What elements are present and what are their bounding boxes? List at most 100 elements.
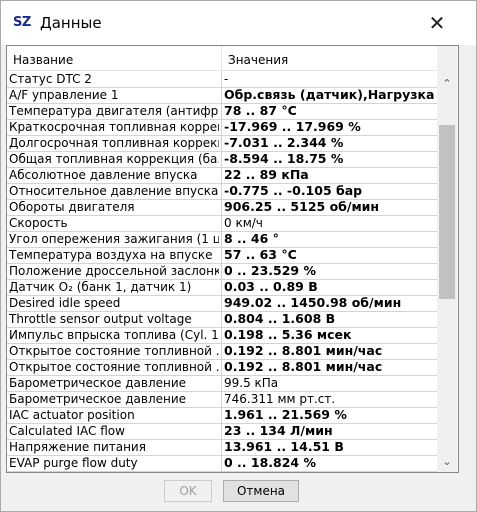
- window-title: Данные: [40, 14, 102, 32]
- table-row[interactable]: Температура воздуха на впуске 57 .. 63 °C: [7, 247, 437, 264]
- cell-divider: [221, 311, 222, 327]
- row-value: 99.5 кПа: [224, 376, 279, 390]
- row-value: 0 .. 18.824 %: [224, 455, 317, 470]
- cell-divider: [221, 263, 222, 279]
- cell-divider: [221, 183, 222, 199]
- cell-divider: [221, 455, 222, 471]
- row-name: Краткосрочная топливная коррек...: [9, 120, 219, 134]
- row-value: 23 .. 134 Л/мин: [224, 423, 333, 438]
- row-name: Абсолютное давление впуска: [9, 168, 198, 182]
- table-row[interactable]: Открытое состояние топливной ... 0.192 ..…: [7, 343, 437, 360]
- title-bar: SZ Данные ✕: [1, 1, 476, 45]
- table-row[interactable]: Calculated IAC flow 23 .. 134 Л/мин: [7, 423, 437, 440]
- scroll-down-icon[interactable]: ⌄: [437, 452, 457, 472]
- row-name: Датчик O₂ (банк 1, датчик 1): [9, 280, 192, 294]
- row-value: 0.198 .. 5.36 мсек: [224, 327, 352, 342]
- table-row[interactable]: A/F управление 1 Обр.связь (датчик),Нагру…: [7, 87, 437, 104]
- table-row[interactable]: Угол опережения зажигания (1 ц... 8 .. 46…: [7, 231, 437, 248]
- row-name: Статус DTC 2: [9, 72, 92, 86]
- row-name: Общая топливная коррекция (ба...: [9, 152, 219, 166]
- table-row[interactable]: Датчик O₂ (банк 1, датчик 1) 0.03 .. 0.89…: [7, 279, 437, 296]
- table-row[interactable]: Обороты двигателя 906.25 .. 5125 об/мин: [7, 199, 437, 216]
- cell-divider: [221, 439, 222, 455]
- table-row[interactable]: IAC actuator position 1.961 .. 21.569 %: [7, 407, 437, 424]
- table-row[interactable]: Desired idle speed 949.02 .. 1450.98 об/м…: [7, 295, 437, 312]
- data-dialog: SZ Данные ✕ Название Значения Статус DTC…: [0, 0, 477, 512]
- scrollbar-thumb[interactable]: [439, 125, 455, 299]
- column-header-name[interactable]: Название: [13, 46, 73, 70]
- row-name: Открытое состояние топливной ...: [9, 344, 219, 358]
- table-row[interactable]: Throttle sensor output voltage 0.804 .. 1…: [7, 311, 437, 328]
- row-value: -8.594 .. 18.75 %: [224, 151, 344, 166]
- row-value: 0.804 .. 1.608 В: [224, 311, 336, 326]
- column-divider[interactable]: [221, 46, 222, 70]
- row-name: Открытое состояние топливной ...: [9, 360, 219, 374]
- row-name: EVAP purge flow duty: [9, 456, 138, 470]
- row-value: -0.775 .. -0.105 бар: [224, 183, 363, 198]
- data-table: Название Значения Статус DTC 2- A/F управ…: [6, 45, 459, 473]
- row-name: Calculated IAC flow: [9, 424, 125, 438]
- row-value: -7.031 .. 2.344 %: [224, 135, 344, 150]
- row-name: A/F управление 1: [9, 88, 119, 102]
- table-row[interactable]: Статус DTC 2 -: [7, 71, 437, 88]
- row-value: 949.02 .. 1450.98 об/мин: [224, 295, 402, 310]
- cell-divider: [221, 167, 222, 183]
- vertical-scrollbar[interactable]: ⌃ ⌄: [437, 46, 457, 472]
- cell-divider: [221, 87, 222, 103]
- table-row[interactable]: Скорость 0 км/ч: [7, 215, 437, 232]
- row-name: Положение дроссельной заслонки: [9, 264, 219, 278]
- table-row[interactable]: Общая топливная коррекция (ба... -8.594 .…: [7, 151, 437, 168]
- table-row[interactable]: EVAP purge flow duty 0 .. 18.824 %: [7, 455, 437, 472]
- row-value: 0.192 .. 8.801 мин/час: [224, 343, 383, 358]
- close-icon[interactable]: ✕: [427, 11, 447, 35]
- row-name: Throttle sensor output voltage: [9, 312, 192, 326]
- cell-divider: [221, 359, 222, 375]
- row-value: 0 .. 23.529 %: [224, 263, 317, 278]
- cell-divider: [221, 151, 222, 167]
- row-name: Температура воздуха на впуске: [9, 248, 213, 262]
- row-name: Desired idle speed: [9, 296, 121, 310]
- table-row[interactable]: Краткосрочная топливная коррек... -17.969…: [7, 119, 437, 136]
- table-row[interactable]: Импульс впрыска топлива (Cyl. 1,... 0.198…: [7, 327, 437, 344]
- cell-divider: [221, 231, 222, 247]
- app-logo-icon: SZ: [13, 15, 31, 30]
- table-row[interactable]: Открытое состояние топливной ... 0.192 ..…: [7, 359, 437, 376]
- row-name: Обороты двигателя: [9, 200, 135, 214]
- cell-divider: [221, 119, 222, 135]
- table-row[interactable]: Напряжение питания 13.961 .. 14.51 В: [7, 439, 437, 456]
- table-row[interactable]: Относительное давление впуска -0.775 .. -…: [7, 183, 437, 200]
- cell-divider: [221, 295, 222, 311]
- cell-divider: [221, 135, 222, 151]
- cell-divider: [221, 71, 222, 87]
- table-row[interactable]: Температура двигателя (антифр... 78 .. 87…: [7, 103, 437, 120]
- cell-divider: [221, 215, 222, 231]
- table-row[interactable]: Барометрическое давление 99.5 кПа: [7, 375, 437, 392]
- row-name: Барометрическое давление: [9, 392, 187, 406]
- row-value: -: [224, 72, 229, 86]
- cell-divider: [221, 279, 222, 295]
- column-header-values[interactable]: Значения: [228, 46, 288, 70]
- row-value: 746.311 мм рт.ст.: [224, 392, 336, 406]
- row-name: Напряжение питания: [9, 440, 146, 454]
- row-name: Барометрическое давление: [9, 376, 187, 390]
- table-header: Название Значения: [7, 46, 437, 71]
- table-row[interactable]: Положение дроссельной заслонки 0 .. 23.52…: [7, 263, 437, 280]
- row-value: 0.03 .. 0.89 В: [224, 279, 318, 294]
- row-name: Угол опережения зажигания (1 ц...: [9, 232, 219, 246]
- row-value: 906.25 .. 5125 об/мин: [224, 199, 380, 214]
- cell-divider: [221, 247, 222, 263]
- cell-divider: [221, 327, 222, 343]
- ok-button[interactable]: OK: [164, 480, 212, 502]
- row-value: 22 .. 89 кПа: [224, 167, 309, 182]
- row-name: Температура двигателя (антифр...: [9, 104, 219, 118]
- row-value: 13.961 .. 14.51 В: [224, 439, 344, 454]
- row-value: 0 км/ч: [224, 216, 263, 230]
- row-value: 57 .. 63 °C: [224, 247, 297, 262]
- scroll-up-icon[interactable]: ⌃: [437, 74, 457, 94]
- table-row[interactable]: Долгосрочная топливная коррекц... -7.031 …: [7, 135, 437, 152]
- table-row[interactable]: Барометрическое давление 746.311 мм рт.ст…: [7, 391, 437, 408]
- row-value: -17.969 .. 17.969 %: [224, 119, 361, 134]
- row-value: 8 .. 46 °: [224, 231, 279, 246]
- cancel-button[interactable]: Отмена: [223, 480, 299, 502]
- table-row[interactable]: Абсолютное давление впуска 22 .. 89 кПа: [7, 167, 437, 184]
